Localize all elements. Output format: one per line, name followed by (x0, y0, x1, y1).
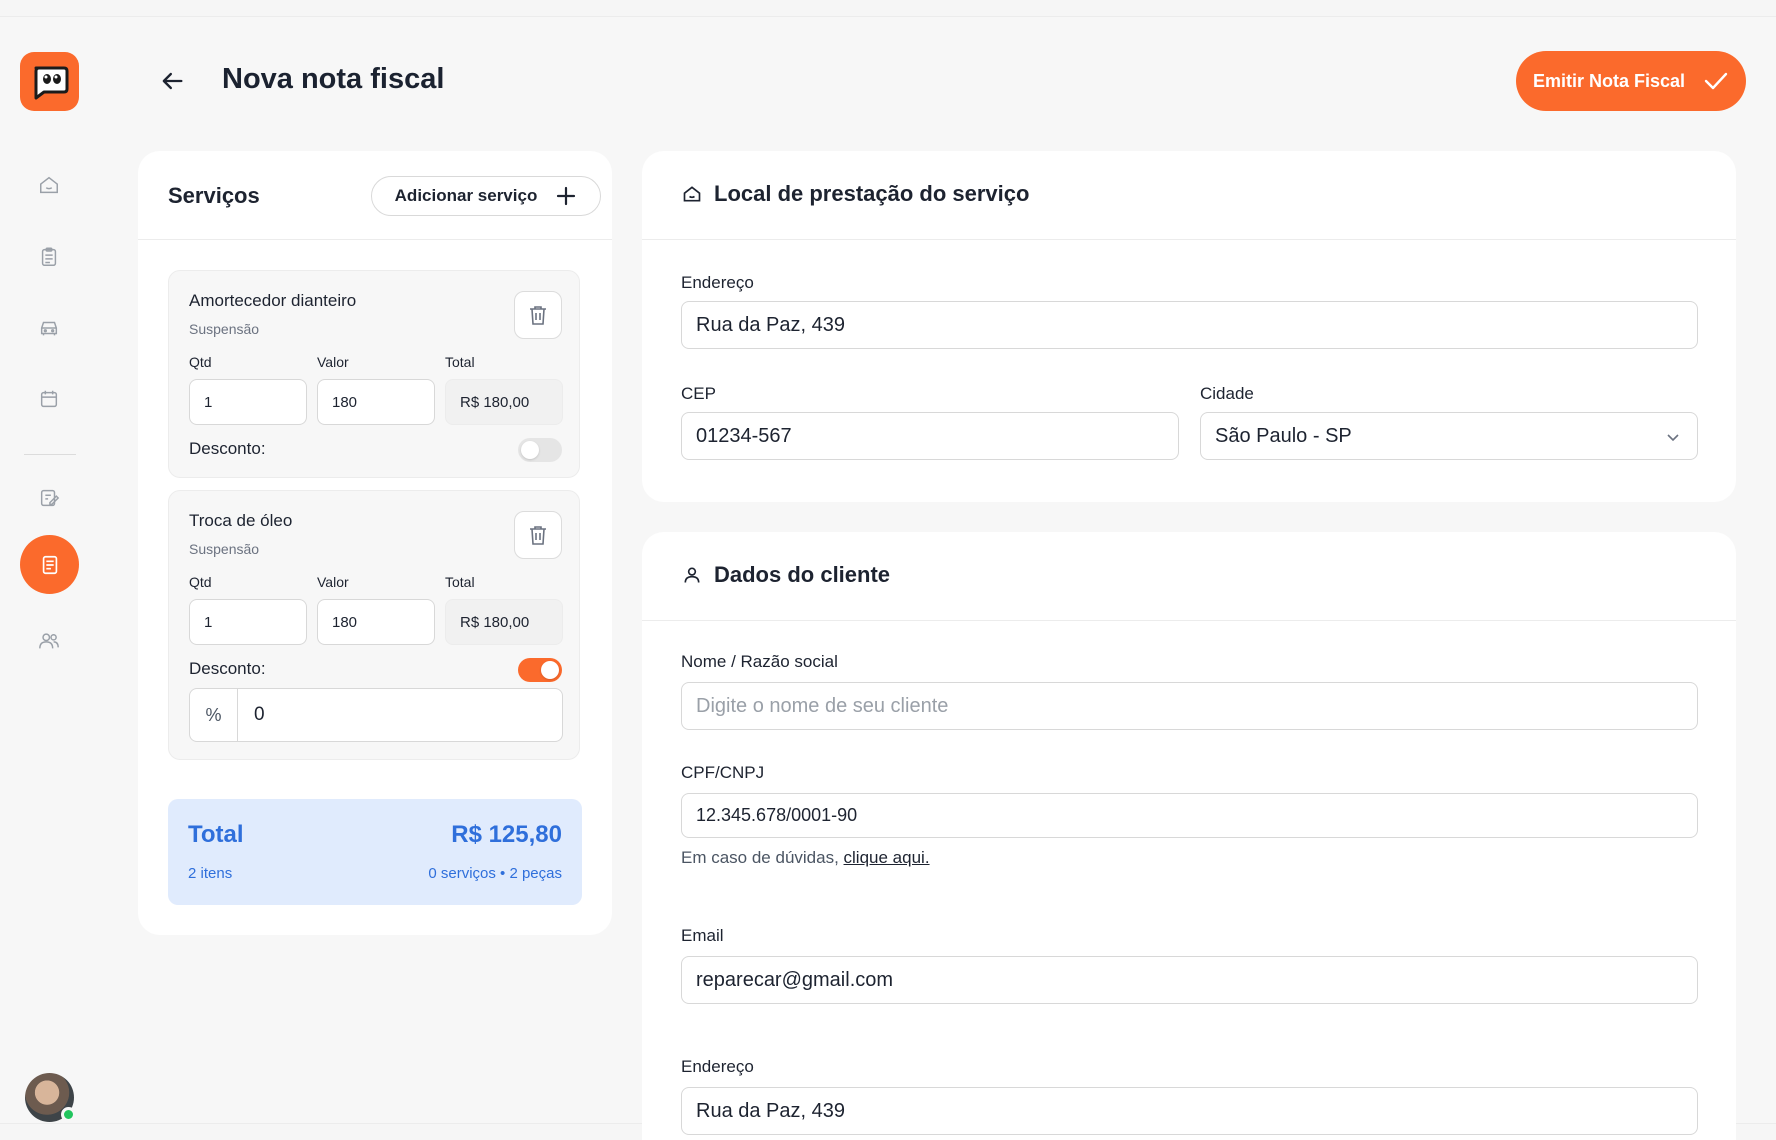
total-label: Total (445, 354, 475, 370)
sidebar-item-clipboard[interactable] (24, 232, 74, 282)
client-name-label: Nome / Razão social (681, 652, 838, 671)
discount-toggle[interactable] (518, 658, 562, 682)
card-divider (138, 239, 612, 240)
user-avatar[interactable] (25, 1073, 76, 1122)
sidebar-item-invoice[interactable] (20, 535, 79, 594)
cep-label: CEP (681, 384, 716, 403)
toggle-knob (541, 661, 559, 679)
client-name-input[interactable]: Digite o nome de seu cliente (681, 682, 1698, 730)
emit-invoice-label: Emitir Nota Fiscal (1532, 70, 1686, 91)
sidebar-divider (24, 454, 76, 455)
valor-label: Valor (317, 354, 349, 370)
delete-service-button[interactable] (514, 291, 562, 339)
service-category: Suspensão (189, 541, 260, 557)
app-frame: Nova nota fiscal Emitir Nota Fiscal Serv… (0, 16, 1776, 1140)
discount-value[interactable]: 0 (238, 704, 265, 726)
car-icon (40, 321, 58, 336)
discount-input[interactable]: % 0 (189, 688, 563, 742)
sidebar-item-edit[interactable] (24, 473, 74, 523)
services-card: Serviços Adicionar serviço Amortecedor d… (138, 151, 612, 935)
city-selected-value: São Paulo - SP (1215, 424, 1352, 447)
client-address-label: Endereço (681, 1057, 754, 1076)
total-field: R$ 180,00 (445, 379, 563, 425)
total-field: R$ 180,00 (445, 599, 563, 645)
location-title: Local de prestação do serviço (714, 181, 1030, 206)
help-link[interactable]: clique aqui. (844, 848, 930, 867)
plus-icon (557, 186, 576, 206)
trash-icon (530, 526, 546, 545)
client-address-input[interactable]: Rua da Paz, 439 (681, 1087, 1698, 1135)
qtd-label: Qtd (189, 574, 212, 590)
valor-label: Valor (317, 574, 349, 590)
service-item: Amortecedor dianteiro Suspensão Qtd Valo… (168, 270, 580, 478)
doc-input[interactable]: 12.345.678/0001-90 (681, 793, 1698, 838)
email-input[interactable]: reparecar@gmail.com (681, 956, 1698, 1004)
address-label: Endereço (681, 273, 754, 292)
location-header: Local de prestação do serviço (682, 181, 1029, 207)
total-summary: Total R$ 125,80 2 itens 0 serviços • 2 p… (168, 799, 582, 905)
client-header: Dados do cliente (682, 562, 890, 588)
help-text: Em caso de dúvidas, clique aqui. (681, 848, 930, 868)
edit-document-icon (40, 489, 60, 507)
total-summary-label: Total (188, 821, 244, 848)
doc-label: CPF/CNPJ (681, 763, 765, 782)
chevron-down-icon (1667, 434, 1679, 442)
email-label: Email (681, 926, 724, 945)
total-summary-value: R$ 125,80 (451, 821, 562, 848)
back-button[interactable] (158, 67, 186, 95)
trash-icon (530, 306, 546, 325)
address-input[interactable]: Rua da Paz, 439 (681, 301, 1698, 349)
services-title: Serviços (168, 183, 260, 208)
card-divider (642, 239, 1736, 240)
service-category: Suspensão (189, 321, 260, 337)
sidebar-item-calendar[interactable] (24, 374, 74, 424)
app-logo[interactable] (20, 52, 79, 111)
valor-input[interactable]: 180 (317, 599, 435, 645)
total-label: Total (445, 574, 475, 590)
qtd-input[interactable]: 1 (189, 379, 307, 425)
location-card: Local de prestação do serviço Endereço R… (642, 151, 1736, 502)
delete-service-button[interactable] (514, 511, 562, 559)
sidebar-item-car[interactable] (24, 303, 74, 353)
user-icon (684, 567, 700, 583)
total-breakdown: 0 serviços • 2 peças (428, 865, 562, 882)
sidebar-item-home[interactable] (24, 160, 74, 210)
discount-label: Desconto: (189, 659, 266, 678)
discount-toggle[interactable] (518, 438, 562, 462)
calendar-icon (40, 390, 58, 408)
service-item: Troca de óleo Suspensão Qtd Valor Total … (168, 490, 580, 760)
valor-input[interactable]: 180 (317, 379, 435, 425)
clipboard-icon (41, 247, 57, 266)
card-divider (642, 620, 1736, 621)
qtd-input[interactable]: 1 (189, 599, 307, 645)
cep-input[interactable]: 01234-567 (681, 412, 1179, 460)
toggle-knob (521, 441, 539, 459)
home-icon (683, 186, 701, 202)
add-service-label: Adicionar serviço (394, 186, 538, 205)
total-items-count: 2 itens (188, 865, 233, 882)
online-status-dot (61, 1107, 76, 1122)
discount-unit: % (190, 689, 238, 741)
add-service-button[interactable]: Adicionar serviço (371, 176, 601, 216)
arrow-left-icon (162, 72, 183, 90)
sidebar-item-users[interactable] (24, 616, 74, 666)
page-title: Nova nota fiscal (222, 63, 445, 95)
service-name: Amortecedor dianteiro (189, 291, 357, 310)
service-name: Troca de óleo (189, 511, 293, 530)
help-prefix: Em caso de dúvidas, (681, 848, 844, 867)
discount-label: Desconto: (189, 439, 266, 458)
qtd-label: Qtd (189, 354, 212, 370)
invoice-icon (42, 555, 57, 574)
city-select[interactable]: São Paulo - SP (1200, 412, 1698, 460)
client-card: Dados do cliente Nome / Razão social Dig… (642, 532, 1736, 1140)
city-label: Cidade (1200, 384, 1254, 403)
check-icon (1704, 72, 1728, 90)
users-icon (39, 633, 59, 649)
emit-invoice-button[interactable]: Emitir Nota Fiscal (1516, 51, 1746, 111)
home-icon (40, 176, 58, 194)
client-title: Dados do cliente (714, 562, 891, 587)
